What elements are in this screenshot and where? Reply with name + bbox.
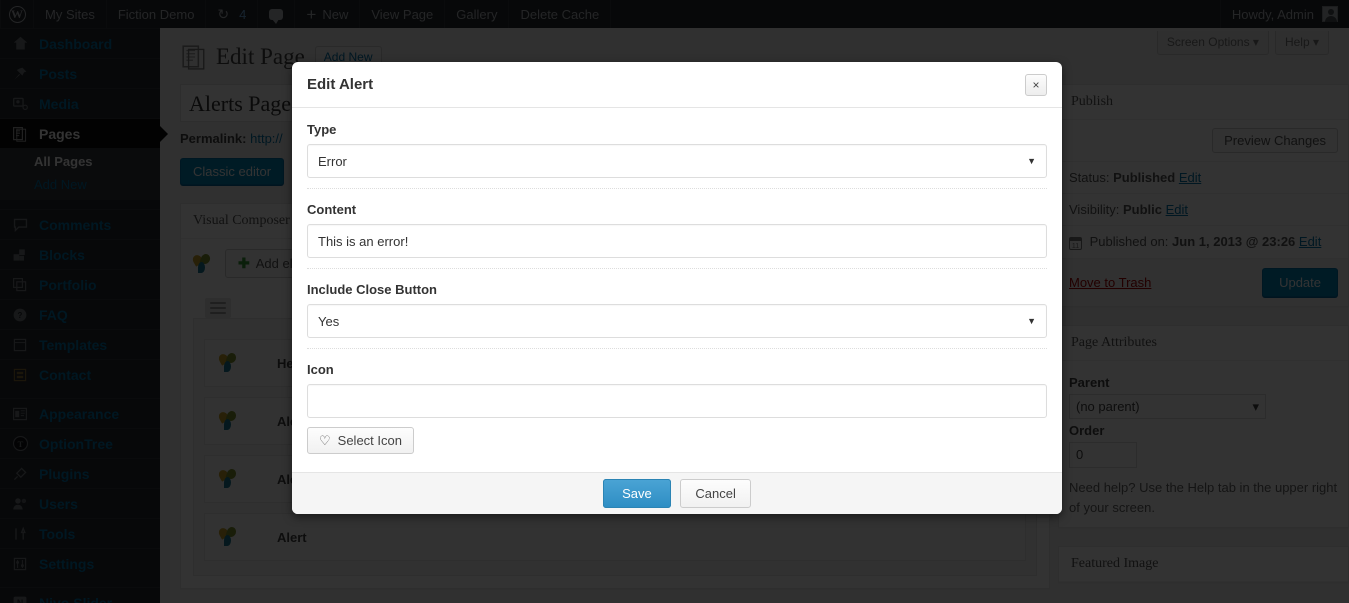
screen-root: W My Sites Fiction Demo ↻ 4 + New View P… — [0, 0, 1349, 603]
select-icon-button[interactable]: ♡ Select Icon — [307, 427, 414, 454]
modal-header: Edit Alert × — [292, 62, 1062, 108]
cancel-button[interactable]: Cancel — [680, 479, 751, 508]
type-label: Type — [307, 122, 337, 137]
include-close-button-value: Yes — [318, 313, 340, 329]
icon-label: Icon — [307, 362, 334, 377]
content-input[interactable]: This is an error! — [307, 224, 1047, 258]
content-label: Content — [307, 202, 357, 217]
type-value: Error — [318, 153, 347, 169]
modal-footer: Save Cancel — [292, 472, 1062, 514]
type-select[interactable]: Error ▼ — [307, 144, 1047, 178]
include-close-button-select[interactable]: Yes ▼ — [307, 304, 1047, 338]
field-group-icon: Icon ♡ Select Icon — [307, 348, 1047, 464]
field-group-content: Content This is an error! — [307, 188, 1047, 268]
heart-icon: ♡ — [319, 433, 331, 448]
chevron-down-icon: ▼ — [1027, 156, 1036, 166]
field-group-type: Type Error ▼ — [307, 122, 1047, 188]
modal-body: Type Error ▼ Content This is an error! I… — [292, 108, 1062, 472]
chevron-down-icon: ▼ — [1027, 316, 1036, 326]
close-icon[interactable]: × — [1025, 74, 1047, 96]
edit-alert-modal: Edit Alert × Type Error ▼ Content This i… — [292, 62, 1062, 514]
field-group-close-button: Include Close Button Yes ▼ — [307, 268, 1047, 348]
modal-title: Edit Alert — [307, 76, 374, 93]
select-icon-label: Select Icon — [337, 433, 402, 448]
save-button[interactable]: Save — [603, 479, 671, 508]
include-close-button-label: Include Close Button — [307, 282, 437, 297]
icon-input[interactable] — [307, 384, 1047, 418]
